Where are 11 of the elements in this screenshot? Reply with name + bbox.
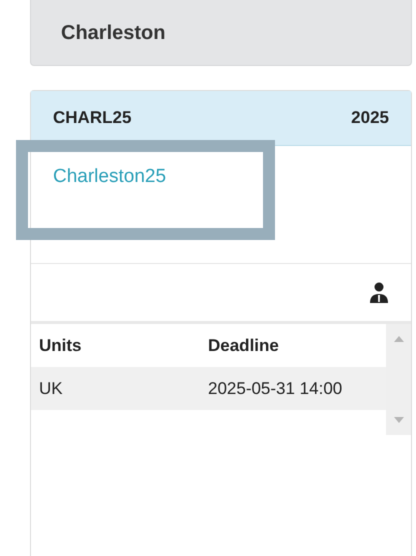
table-cell-text: 2025-05-31 14:00 xyxy=(208,378,344,400)
scrollbar[interactable] xyxy=(386,324,411,435)
card-code: CHARL25 xyxy=(53,107,132,130)
scroll-up-icon[interactable] xyxy=(394,336,404,342)
column-header[interactable]: Units xyxy=(31,332,208,358)
column-header[interactable]: Deadline xyxy=(208,332,386,358)
person-icon[interactable] xyxy=(369,282,389,304)
page-title: Charleston xyxy=(61,21,166,46)
table-cell-text: UK xyxy=(38,378,64,400)
scroll-down-icon[interactable] xyxy=(394,417,404,423)
card-year: 2025 xyxy=(351,107,389,130)
